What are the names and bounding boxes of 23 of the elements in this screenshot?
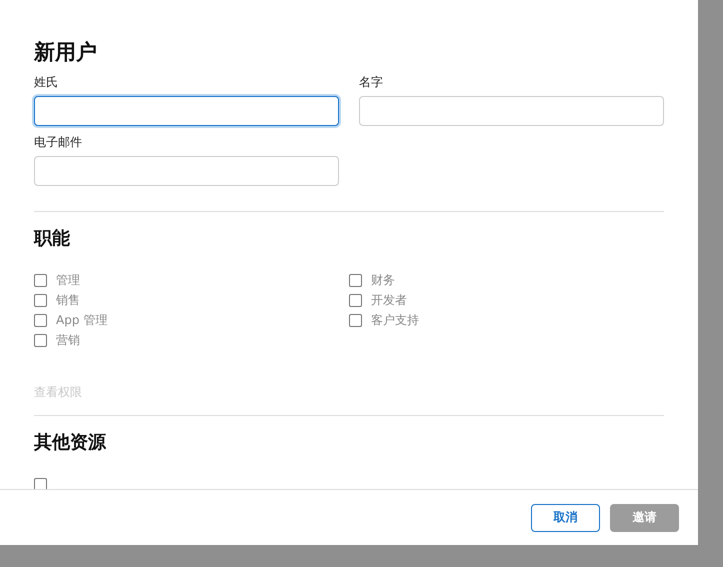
checkbox-label: 开发者 bbox=[371, 292, 407, 308]
checkbox[interactable] bbox=[34, 478, 47, 489]
field-label: 名字 bbox=[359, 74, 384, 90]
checkbox[interactable] bbox=[349, 314, 362, 326]
section-title: 其他资源 bbox=[34, 431, 108, 455]
checkbox-label: 销售 bbox=[56, 292, 80, 308]
dialog-title: 新用户 bbox=[34, 39, 98, 66]
cancel-button[interactable]: 取消 bbox=[531, 504, 600, 532]
field-label: 电子邮件 bbox=[34, 134, 83, 150]
checkbox-label: 客户支持 bbox=[371, 312, 419, 328]
field-label: 姓氏 bbox=[34, 74, 59, 90]
checkbox-label: 营销 bbox=[56, 332, 80, 348]
text-field[interactable] bbox=[34, 96, 339, 126]
checkbox[interactable] bbox=[349, 294, 362, 306]
checkbox[interactable] bbox=[34, 294, 47, 306]
checkbox[interactable] bbox=[349, 274, 362, 286]
checkbox[interactable] bbox=[34, 334, 47, 346]
checkbox[interactable] bbox=[34, 274, 47, 286]
checkbox[interactable] bbox=[34, 314, 47, 326]
checkbox-label: App 管理 bbox=[56, 312, 108, 328]
checkbox-label: 管理 bbox=[56, 272, 80, 288]
section-title: 职能 bbox=[34, 227, 71, 251]
checkbox-label: 财务 bbox=[371, 272, 395, 288]
